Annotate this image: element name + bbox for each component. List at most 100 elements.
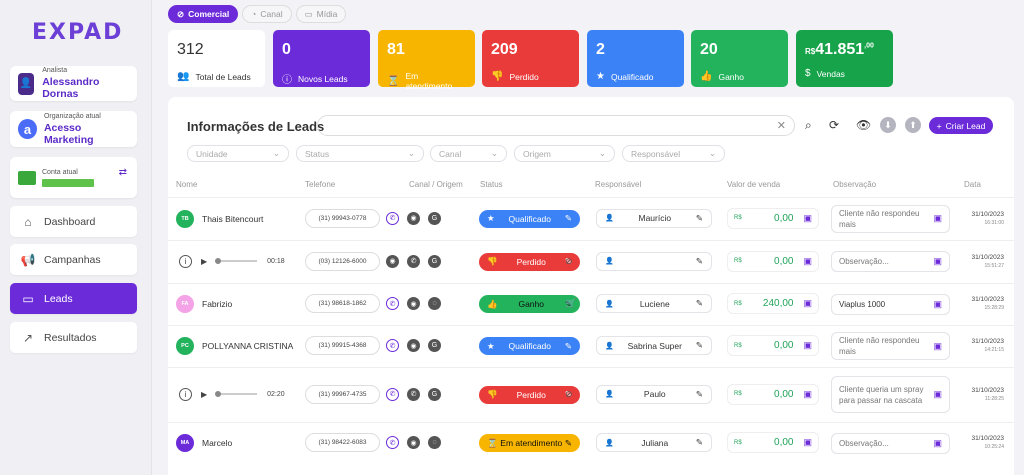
save-icon[interactable]: ▣ [933,213,942,224]
phone-icon[interactable]: ✆ [407,254,420,268]
responsible-field[interactable]: 👤 Maurício ✎ [596,208,712,228]
phone-icon[interactable]: ✆ [407,387,420,401]
phone-field[interactable]: (31) 98618-1862 [305,294,380,313]
swap-icon[interactable]: ⇄ [119,167,127,178]
filter-status[interactable]: Status ⌄ [296,145,424,162]
stat-novos-leads[interactable]: 0 ⓘ Novos Leads [273,30,370,87]
instagram-icon[interactable]: ◉ [407,211,420,225]
app-logo[interactable]: EXPAD [32,20,123,45]
save-icon[interactable]: ▣ [803,256,812,267]
phone-field[interactable]: (31) 99915-4368 [305,336,380,355]
eye-icon[interactable]: 👁 [856,118,871,132]
save-icon[interactable]: ▣ [803,213,812,224]
observation-field[interactable]: Cliente não respondeu mais ▣ [831,204,950,233]
responsible-field[interactable]: 👤 Paulo ✎ [596,384,712,404]
responsible-field[interactable]: 👤 Sabrina Super ✎ [596,336,712,355]
stat-em-atendimento[interactable]: 81 ⌛ Em atendimento [378,30,475,91]
filter-responsavel[interactable]: Responsável ⌄ [622,145,725,162]
org-card[interactable]: a Organização atual Acesso Marketing [10,111,137,147]
stat-vendas[interactable]: R$41.851,00 $ Vendas [796,30,893,87]
chat-bubble-icon[interactable]: ◌ [428,297,441,310]
create-lead-button[interactable]: + Criar Lead [929,117,993,134]
pencil-icon[interactable]: ✎ [565,341,572,352]
unlink-icon[interactable]: ⊘ [565,256,573,267]
whatsapp-icon[interactable]: ✆ [386,436,399,449]
save-icon[interactable]: ▣ [803,340,812,351]
whatsapp-icon[interactable]: ✆ [386,339,399,352]
col-canal-origem[interactable]: Canal / Origem [409,180,463,189]
download-icon[interactable]: ⬇ [880,117,896,133]
col-valor[interactable]: Valor de venda [727,180,780,189]
nav-resultados[interactable]: ↗ Resultados [10,322,137,353]
observation-field[interactable]: Observação... ▣ [831,251,950,272]
audio-track[interactable] [215,391,258,397]
stat-total-leads[interactable]: 312 👥 Total de Leads [168,30,265,87]
col-data[interactable]: Data [964,180,981,189]
pencil-icon[interactable]: ✎ [696,437,703,448]
col-observacao[interactable]: Observação [833,180,876,189]
lead-name-cell[interactable]: FA Fabrizio [176,295,232,313]
filter-origem[interactable]: Origem ⌄ [514,145,615,162]
tab-comercial[interactable]: ⊘ Comercial [168,5,239,23]
pencil-icon[interactable]: ✎ [565,213,572,224]
col-nome[interactable]: Nome [176,180,197,189]
pencil-icon[interactable]: ✎ [696,213,703,224]
phone-field[interactable]: (31) 99943-0778 [305,208,380,228]
clear-icon[interactable]: ✕ [777,119,786,132]
google-icon[interactable]: G [428,339,441,352]
nav-dashboard[interactable]: ⌂ Dashboard [10,206,137,237]
play-icon[interactable]: ▶ [201,390,207,399]
responsible-field[interactable]: 👤 Juliana ✎ [596,433,712,452]
unlink-icon[interactable]: ⊘ [565,389,573,400]
google-icon[interactable]: G [428,254,441,268]
save-icon[interactable]: ▣ [933,341,942,352]
phone-field[interactable]: (31) 98422-6083 [305,433,380,452]
col-responsavel[interactable]: Responsável [595,180,641,189]
sale-value-field[interactable]: R$ 0,00 ▣ [727,383,819,405]
lead-name-cell[interactable]: MA Marcelo [176,434,232,452]
tab-canal[interactable]: ◔ Canal [242,5,292,23]
save-icon[interactable]: ▣ [803,437,812,448]
nav-campanhas[interactable]: 📢 Campanhas [10,244,137,275]
audio-player[interactable]: i ▶ 00:18 [179,254,285,268]
whatsapp-icon[interactable]: ✆ [386,387,399,401]
stat-qualificado[interactable]: 2 ★ Qualificado [587,30,684,87]
observation-field[interactable]: Cliente não respondeu mais ▣ [831,332,950,360]
pencil-icon[interactable]: ✎ [696,298,703,309]
search-input[interactable]: ✕ [317,115,795,136]
upload-icon[interactable]: ⬆ [905,117,921,133]
col-status[interactable]: Status [480,180,503,189]
info-icon[interactable]: i [179,387,192,401]
status-badge[interactable]: ⌛ Em atendimento ✎ [479,434,580,452]
instagram-icon[interactable]: ◉ [407,436,420,449]
stat-ganho[interactable]: 20 👍 Ganho [691,30,788,87]
sale-value-field[interactable]: R$ 0,00 ▣ [727,335,819,356]
chat-bubble-icon[interactable]: ◌ [428,436,441,449]
responsible-field[interactable]: 👤 ✎ [596,251,712,271]
lead-name-cell[interactable]: PC POLLYANNA CRISTINA [176,337,293,355]
whatsapp-icon[interactable]: ✆ [386,211,399,225]
google-icon[interactable]: G [428,387,441,401]
observation-field[interactable]: Observação... ▣ [831,432,950,454]
sale-value-field[interactable]: R$ 240,00 ▣ [727,293,819,314]
instagram-icon[interactable]: ◉ [407,339,420,352]
search-icon[interactable]: ⌕ [805,118,812,133]
cart-icon[interactable]: 🛒 [565,298,576,309]
pencil-icon[interactable]: ✎ [696,389,703,400]
save-icon[interactable]: ▣ [933,438,942,449]
filter-canal[interactable]: Canal ⌄ [430,145,507,162]
play-icon[interactable]: ▶ [201,257,207,266]
instagram-icon[interactable]: ◉ [386,254,399,268]
phone-field[interactable]: (31) 99967-4735 [305,384,380,404]
col-telefone[interactable]: Telefone [305,180,335,189]
audio-track[interactable] [215,258,258,264]
save-icon[interactable]: ▣ [803,389,812,400]
lead-name-cell[interactable]: TB Thais Bitencourt [176,209,263,228]
observation-field[interactable]: Cliente queria um spray para passar na c… [831,376,950,413]
filter-unidade[interactable]: Unidade ⌄ [187,145,289,162]
pencil-icon[interactable]: ✎ [696,256,703,267]
status-badge[interactable]: ★ Qualificado ✎ [479,337,580,355]
status-badge[interactable]: ★ Qualificado ✎ [479,209,580,228]
pencil-icon[interactable]: ✎ [565,438,572,449]
account-card[interactable]: Conta atual ⇄ [10,157,137,198]
